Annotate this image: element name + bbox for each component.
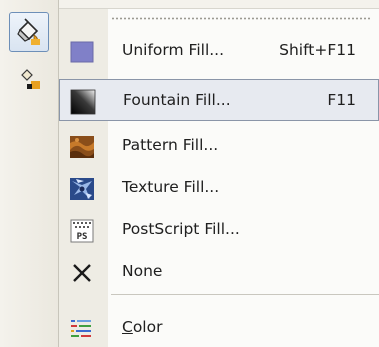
- pattern-fill-icon: [70, 135, 94, 159]
- postscript-fill-icon: PS: [70, 219, 94, 243]
- menu-item-label: Uniform Fill...: [122, 41, 225, 59]
- toolbar-top-edge: [59, 0, 379, 9]
- menu-item-mnemonic: C: [122, 318, 133, 336]
- color-docker-icon: [70, 317, 94, 341]
- menu-item-fountain-fill[interactable]: Fountain Fill... F11: [59, 79, 379, 121]
- menu-item-label-rest: olor: [132, 318, 163, 336]
- menu-item-label: Pattern Fill...: [122, 136, 219, 154]
- menu-tearoff-grip[interactable]: [111, 17, 371, 20]
- interactive-fill-tool[interactable]: [18, 68, 44, 94]
- menu-item-label: Texture Fill...: [122, 178, 220, 196]
- menu-item-label: Color: [122, 318, 162, 336]
- fill-tool-button[interactable]: [9, 12, 49, 52]
- menu-item-color[interactable]: Color: [59, 307, 379, 347]
- postscript-icon-text: PS: [77, 232, 88, 242]
- no-fill-icon: [70, 261, 94, 285]
- menu-item-none[interactable]: None: [59, 251, 379, 293]
- fill-tool-flyout-screen: Uniform Fill... Shift+F11 Fountain Fill.…: [0, 0, 379, 347]
- fountain-fill-icon: [70, 89, 96, 115]
- menu-item-shortcut: F11: [327, 91, 356, 109]
- menu-item-label: None: [122, 262, 163, 280]
- menu-separator: [111, 294, 379, 295]
- menu-item-texture-fill[interactable]: Texture Fill...: [59, 167, 379, 209]
- fill-flyout-menu: Uniform Fill... Shift+F11 Fountain Fill.…: [59, 9, 379, 347]
- menu-item-postscript-fill[interactable]: PS PostScript Fill...: [59, 209, 379, 251]
- uniform-fill-icon: [70, 40, 94, 64]
- menu-item-shortcut: Shift+F11: [279, 41, 356, 59]
- toolbox: [0, 0, 59, 347]
- interactive-fill-icon: [21, 69, 40, 89]
- menu-item-label: Fountain Fill...: [123, 91, 231, 109]
- texture-fill-icon: [70, 177, 94, 201]
- fill-bucket-icon: [17, 18, 40, 45]
- menu-item-pattern-fill[interactable]: Pattern Fill...: [59, 125, 379, 167]
- menu-item-uniform-fill[interactable]: Uniform Fill... Shift+F11: [59, 30, 379, 72]
- menu-item-label: PostScript Fill...: [122, 220, 240, 238]
